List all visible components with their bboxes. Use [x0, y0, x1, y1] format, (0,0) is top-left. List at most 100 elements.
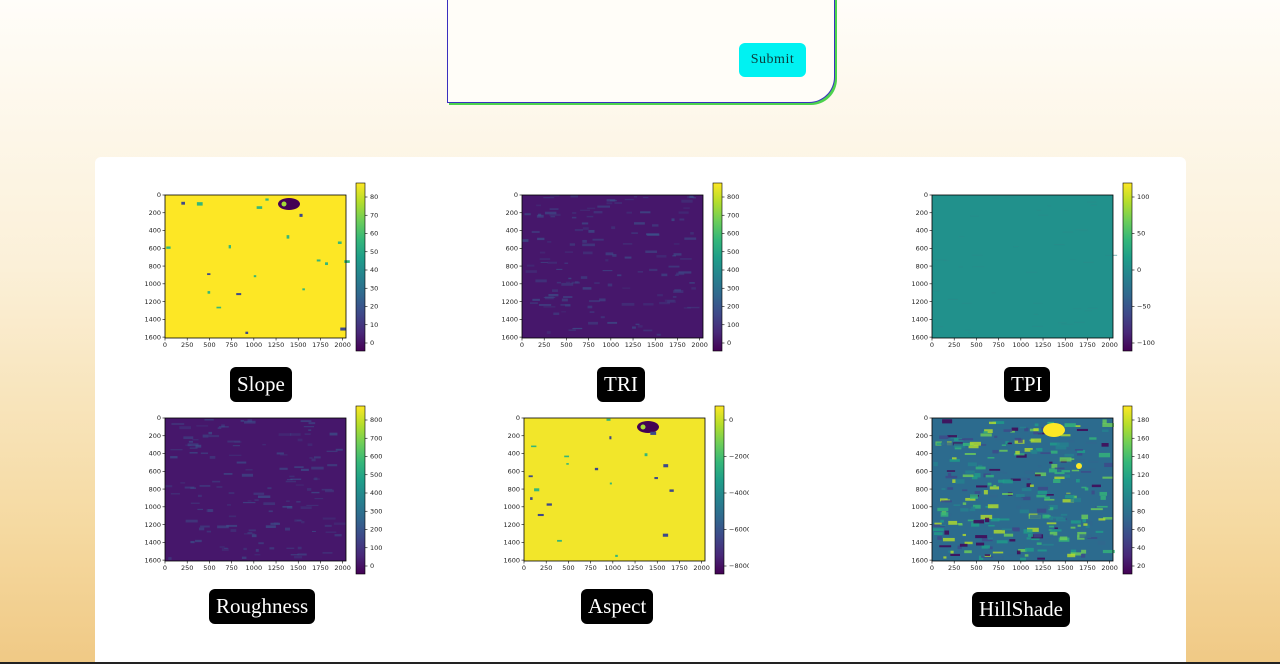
x-tick-label: 500	[970, 564, 982, 572]
x-tick-label: 2000	[693, 564, 710, 572]
x-tick-label: 1000	[246, 341, 263, 349]
y-tick-label: 0	[924, 414, 928, 422]
slope-plot: 0 250 500 750 1000 1250 1500 1750 2000 0 200 400 600…	[140, 180, 390, 360]
colorbar-tick-label: 100	[727, 321, 739, 329]
y-tick-label: 400	[149, 227, 161, 235]
x-tick-label: 250	[538, 341, 550, 349]
x-tick-label: 250	[948, 341, 960, 349]
y-tick-label: 600	[916, 244, 928, 252]
x-tick-label: 0	[163, 341, 167, 349]
raster-image	[932, 195, 1118, 338]
y-tick-label: 800	[916, 262, 928, 270]
aspect-chart: 0 250 500 750 1000 1250 1500 1750 2000 0 200 400 600…	[503, 405, 749, 575]
x-tick-label: 0	[522, 564, 526, 572]
y-tick-label: 200	[149, 432, 161, 440]
x-tick-label: 500	[562, 564, 574, 572]
y-tick-label: 600	[508, 467, 520, 475]
colorbar-tick-label: 20	[370, 303, 378, 311]
aspect-label: Aspect	[581, 589, 654, 624]
y-tick-label: 1400	[144, 316, 161, 324]
x-tick-label: 1250	[1035, 564, 1052, 572]
y-tick-label: 400	[508, 450, 520, 458]
x-tick-label: 1000	[246, 564, 263, 572]
tpi-plot: 0 250 500 750 1000 1250 1500 1750 2000 0 200 400 600…	[907, 180, 1157, 360]
colorbar	[1122, 405, 1133, 575]
y-tick-label: 600	[506, 244, 518, 252]
y-tick-label: 1200	[503, 521, 520, 529]
x-tick-label: 750	[992, 564, 1004, 572]
x-tick-label: 750	[584, 564, 596, 572]
x-tick-label: 1500	[647, 341, 664, 349]
x-tick-label: 0	[930, 564, 934, 572]
x-tick-label: 500	[560, 341, 572, 349]
y-tick-label: 200	[506, 209, 518, 217]
y-tick-label: 1400	[503, 539, 520, 547]
y-tick-label: 1400	[911, 539, 928, 547]
y-tick-label: 1600	[144, 333, 161, 341]
x-tick-label: 1000	[1013, 564, 1030, 572]
colorbar-tick-label: 70	[370, 211, 378, 219]
y-tick-label: 400	[506, 227, 518, 235]
colorbar-tick-label: 0	[729, 416, 733, 424]
colorbar-tick-label: −8000	[729, 562, 749, 570]
colorbar-tick-label: 80	[370, 193, 378, 201]
tpi-label: TPI	[1004, 367, 1050, 402]
colorbar-tick-label: 600	[727, 230, 739, 238]
colorbar-tick-label: 160	[1137, 434, 1149, 442]
tri-label: TRI	[597, 367, 645, 402]
x-tick-label: 0	[930, 341, 934, 349]
colorbar-tick-label: 700	[370, 434, 382, 442]
raster-image	[165, 418, 347, 561]
colorbar-tick-label: 300	[727, 284, 739, 292]
x-tick-label: 1250	[1035, 341, 1052, 349]
x-tick-label: 1750	[671, 564, 688, 572]
roughness-label: Roughness	[209, 589, 316, 624]
colorbar-tick-label: 100	[1137, 489, 1149, 497]
y-tick-label: 800	[149, 262, 161, 270]
colorbar-tick-label: 400	[727, 266, 739, 274]
submit-button[interactable]: Submit	[739, 43, 806, 77]
y-tick-label: 1000	[503, 503, 520, 511]
x-tick-label: 2000	[1101, 564, 1118, 572]
hillshade-plot: 0 250 500 750 1000 1250 1500 1750 2000 0 200 400 600…	[907, 403, 1157, 583]
slope-label: Slope	[230, 367, 292, 402]
colorbar-tick-label: 200	[370, 526, 382, 534]
y-tick-label: 1200	[144, 521, 161, 529]
x-tick-label: 250	[948, 564, 960, 572]
colorbar-tick-label: 60	[370, 230, 378, 238]
y-tick-label: 1400	[911, 316, 928, 324]
colorbar-tick-label: 600	[370, 453, 382, 461]
y-tick-label: 200	[149, 209, 161, 217]
colorbar-tick-label: 120	[1137, 471, 1149, 479]
x-tick-label: 2000	[691, 341, 708, 349]
colorbar-tick-label: 500	[727, 248, 739, 256]
x-tick-label: 2000	[334, 564, 351, 572]
y-tick-label: 0	[514, 191, 518, 199]
colorbar-tick-label: 180	[1137, 416, 1149, 424]
x-tick-label: 1500	[290, 564, 307, 572]
hillshade-chart: 0 250 500 750 1000 1250 1500 1750 2000 0 200 400 600…	[911, 405, 1149, 575]
tri-chart: 0 250 500 750 1000 1250 1500 1750 20000200400600…	[501, 182, 739, 352]
x-tick-label: 500	[203, 564, 215, 572]
y-tick-label: 600	[149, 467, 161, 475]
y-tick-label: 200	[916, 209, 928, 217]
x-tick-label: 1250	[625, 341, 642, 349]
raster-image	[522, 195, 703, 338]
x-tick-label: 0	[520, 341, 524, 349]
colorbar	[714, 405, 725, 575]
colorbar-tick-label: 0	[370, 339, 374, 347]
colorbar-tick-label: 100	[1137, 193, 1149, 201]
x-tick-label: 750	[225, 564, 237, 572]
y-tick-label: 1600	[911, 333, 928, 341]
colorbar-tick-label: 40	[1137, 544, 1145, 552]
y-tick-label: 800	[149, 485, 161, 493]
tri-plot: 0 250 500 750 1000 1250 1500 1750 2000 0 200 400 600…	[497, 180, 747, 360]
x-tick-label: 750	[992, 341, 1004, 349]
y-tick-label: 1000	[144, 280, 161, 288]
raster-image	[932, 418, 1115, 562]
y-tick-label: 1600	[911, 556, 928, 564]
x-tick-label: 1250	[268, 564, 285, 572]
y-tick-label: 600	[916, 467, 928, 475]
x-tick-label: 1500	[1057, 564, 1074, 572]
colorbar-tick-label: 80	[1137, 507, 1145, 515]
